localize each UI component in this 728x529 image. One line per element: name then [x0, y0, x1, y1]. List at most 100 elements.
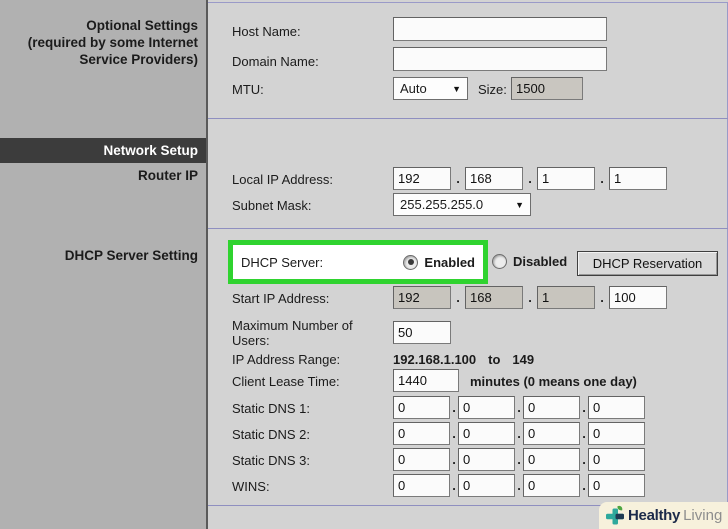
ip-range-label: IP Address Range:	[232, 352, 341, 367]
ip-dot-separator	[515, 400, 523, 415]
max-users-label: Maximum Number of Users:	[232, 318, 353, 348]
highlight-annotation-box: DHCP Server: Enabled	[228, 240, 488, 284]
start-ip-octet-4[interactable]	[609, 286, 667, 309]
start-ip-octet-3	[537, 286, 595, 309]
mtu-label: MTU:	[232, 82, 264, 97]
section-divider	[208, 228, 728, 229]
dropdown-arrow-icon: ▼	[515, 199, 524, 210]
mtu-size-input	[511, 77, 583, 100]
lease-time-label: Client Lease Time:	[232, 374, 340, 389]
ip-dot-separator	[595, 171, 609, 186]
dns3-octet-4[interactable]	[588, 448, 645, 471]
local-ip-label: Local IP Address:	[232, 172, 333, 187]
dns3-octet-2[interactable]	[458, 448, 515, 471]
wins-fields	[393, 474, 645, 497]
dhcp-server-label: DHCP Server:	[241, 254, 324, 270]
start-ip-octet-2	[465, 286, 523, 309]
size-label: Size:	[478, 82, 507, 97]
dns3-octet-1[interactable]	[393, 448, 450, 471]
local-ip-octet-2[interactable]	[465, 167, 523, 190]
dhcp-enabled-radio[interactable]	[403, 254, 419, 270]
watermark-text-light: Living	[683, 507, 723, 524]
wins-octet-2[interactable]	[458, 474, 515, 497]
max-users-input[interactable]	[393, 321, 451, 344]
wins-octet-1[interactable]	[393, 474, 450, 497]
ip-dot-separator	[450, 452, 458, 467]
ip-dot-separator	[515, 426, 523, 441]
wins-label: WINS:	[232, 479, 270, 494]
static-dns3-fields	[393, 448, 645, 471]
dns1-octet-3[interactable]	[523, 396, 580, 419]
ip-range-end: 149	[512, 352, 535, 367]
subnet-mask-select[interactable]: 255.255.255.0 ▼	[393, 193, 531, 216]
ip-dot-separator	[595, 290, 609, 305]
host-name-input[interactable]	[393, 17, 607, 41]
start-ip-label: Start IP Address:	[232, 291, 330, 306]
ip-range-value: 192.168.1.100 to 149	[393, 352, 534, 367]
optional-settings-line3: Service Providers)	[79, 52, 198, 67]
optional-settings-line1: Optional Settings	[86, 18, 198, 33]
watermark-text-bold: Healthy	[628, 507, 681, 524]
subnet-mask-label: Subnet Mask:	[232, 198, 312, 213]
static-dns3-label: Static DNS 3:	[232, 453, 311, 468]
ip-dot-separator	[451, 171, 465, 186]
start-ip-octet-1	[393, 286, 451, 309]
router-settings-page: Optional Settings (required by some Inte…	[0, 0, 728, 529]
sidebar: Optional Settings (required by some Inte…	[0, 0, 208, 529]
subnet-mask-selected-value: 255.255.255.0	[400, 197, 484, 212]
ip-range-start: 192.168.1.100	[393, 352, 477, 367]
dns2-octet-3[interactable]	[523, 422, 580, 445]
dhcp-disabled-option: Disabled	[492, 254, 567, 269]
router-ip-heading: Router IP	[137, 168, 198, 183]
domain-name-label: Domain Name:	[232, 54, 319, 69]
ip-dot-separator	[523, 290, 537, 305]
dhcp-disabled-radio[interactable]	[492, 254, 507, 269]
ip-dot-separator	[580, 452, 588, 467]
static-dns1-fields	[393, 396, 645, 419]
dns1-octet-1[interactable]	[393, 396, 450, 419]
dns2-octet-1[interactable]	[393, 422, 450, 445]
dns1-octet-2[interactable]	[458, 396, 515, 419]
dns1-octet-4[interactable]	[588, 396, 645, 419]
host-name-label: Host Name:	[232, 24, 301, 39]
mtu-select[interactable]: Auto ▼	[393, 77, 468, 100]
network-setup-header: Network Setup	[0, 138, 206, 163]
local-ip-octet-1[interactable]	[393, 167, 451, 190]
healthy-living-watermark: Healthy Living	[599, 502, 728, 529]
dhcp-reservation-button[interactable]: DHCP Reservation	[577, 251, 718, 276]
section-divider	[208, 118, 728, 119]
ip-dot-separator	[450, 426, 458, 441]
ip-range-to: to	[488, 352, 501, 367]
ip-dot-separator	[523, 171, 537, 186]
dhcp-server-setting-heading: DHCP Server Setting	[64, 248, 198, 263]
wins-octet-4[interactable]	[588, 474, 645, 497]
top-divider	[208, 2, 728, 3]
ip-dot-separator	[515, 452, 523, 467]
dns3-octet-3[interactable]	[523, 448, 580, 471]
optional-settings-line2: (required by some Internet	[27, 35, 198, 50]
domain-name-input[interactable]	[393, 47, 607, 71]
ip-dot-separator	[451, 290, 465, 305]
dhcp-enabled-label: Enabled	[424, 254, 475, 270]
local-ip-octet-3[interactable]	[537, 167, 595, 190]
dropdown-arrow-icon: ▼	[452, 83, 461, 94]
ip-dot-separator	[515, 478, 523, 493]
ip-dot-separator	[450, 400, 458, 415]
ip-dot-separator	[450, 478, 458, 493]
start-ip-fields	[393, 286, 667, 309]
dns2-octet-4[interactable]	[588, 422, 645, 445]
static-dns2-fields	[393, 422, 645, 445]
ip-dot-separator	[580, 478, 588, 493]
healthy-living-logo-icon	[606, 505, 624, 524]
local-ip-fields	[393, 167, 667, 190]
dhcp-disabled-label: Disabled	[513, 254, 568, 269]
local-ip-octet-4[interactable]	[609, 167, 667, 190]
lease-time-input[interactable]	[393, 369, 459, 392]
dns2-octet-2[interactable]	[458, 422, 515, 445]
optional-settings-heading: Optional Settings (required by some Inte…	[0, 17, 198, 68]
wins-octet-3[interactable]	[523, 474, 580, 497]
mtu-selected-value: Auto	[400, 81, 427, 96]
lease-time-note: minutes (0 means one day)	[470, 374, 637, 389]
static-dns1-label: Static DNS 1:	[232, 401, 311, 416]
ip-dot-separator	[580, 426, 588, 441]
